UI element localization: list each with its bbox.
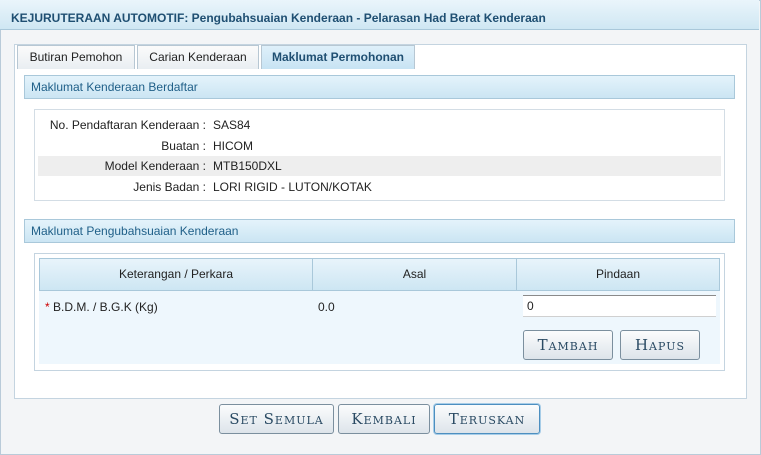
tambah-button[interactable]: Tambah [523,330,613,360]
column-header-asal: Asal [402,267,427,281]
kembali-button[interactable]: Kembali [338,404,430,434]
model-value: MTB150DXL [213,159,282,173]
make-label: Buatan : [161,139,206,153]
body-type-value: LORI RIGID - LUTON/KOTAK [213,180,372,194]
tab-carian-kenderaan[interactable]: Carian Kenderaan [137,45,259,69]
info-row-make: Buatan : HICOM [38,136,721,156]
modification-section-heading: Maklumat Pengubahsuaian Kenderaan [24,219,735,243]
make-value: HICOM [213,139,253,153]
column-header-pindaan: Pindaan [595,267,641,281]
table-header: Keterangan / Perkara Asal Pindaan [39,258,720,291]
asal-cell: 0.0 [318,300,335,314]
hapus-button[interactable]: Hapus [620,330,700,360]
info-row-registration: No. Pendaftaran Kenderaan : SAS84 [38,115,721,135]
page-title: KEJURUTERAAN AUTOMOTIF: Pengubahsuaian K… [0,0,759,30]
modification-table: Keterangan / Perkara Asal Pindaan * B.D.… [34,253,725,371]
registration-label: No. Pendaftaran Kenderaan : [49,118,206,132]
body-type-label: Jenis Badan : [133,180,206,194]
vehicle-info-box: No. Pendaftaran Kenderaan : SAS84 Buatan… [34,109,725,201]
required-mark: * [45,300,50,314]
vehicle-section-heading: Maklumat Kenderaan Berdaftar [24,75,735,99]
teruskan-button[interactable]: Teruskan [434,404,540,434]
tab-butiran-pemohon[interactable]: Butiran Pemohon [17,45,135,69]
info-row-body-type: Jenis Badan : LORI RIGID - LUTON/KOTAK [38,177,721,197]
item-cell: * B.D.M. / B.G.K (Kg) [45,299,158,315]
pindaan-input[interactable] [523,295,716,317]
registration-value: SAS84 [213,118,251,132]
column-header-item: Keterangan / Perkara [118,267,234,281]
item-text: B.D.M. / B.G.K (Kg) [53,300,158,314]
set-semula-button[interactable]: Set Semula [219,404,334,434]
tab-maklumat-permohonan[interactable]: Maklumat Permohonan [261,45,415,69]
model-label: Model Kenderaan : [104,159,206,173]
info-row-model: Model Kenderaan : MTB150DXL [38,156,721,176]
table-row: * B.D.M. / B.G.K (Kg) 0.0 Tambah Hapus [39,291,720,364]
